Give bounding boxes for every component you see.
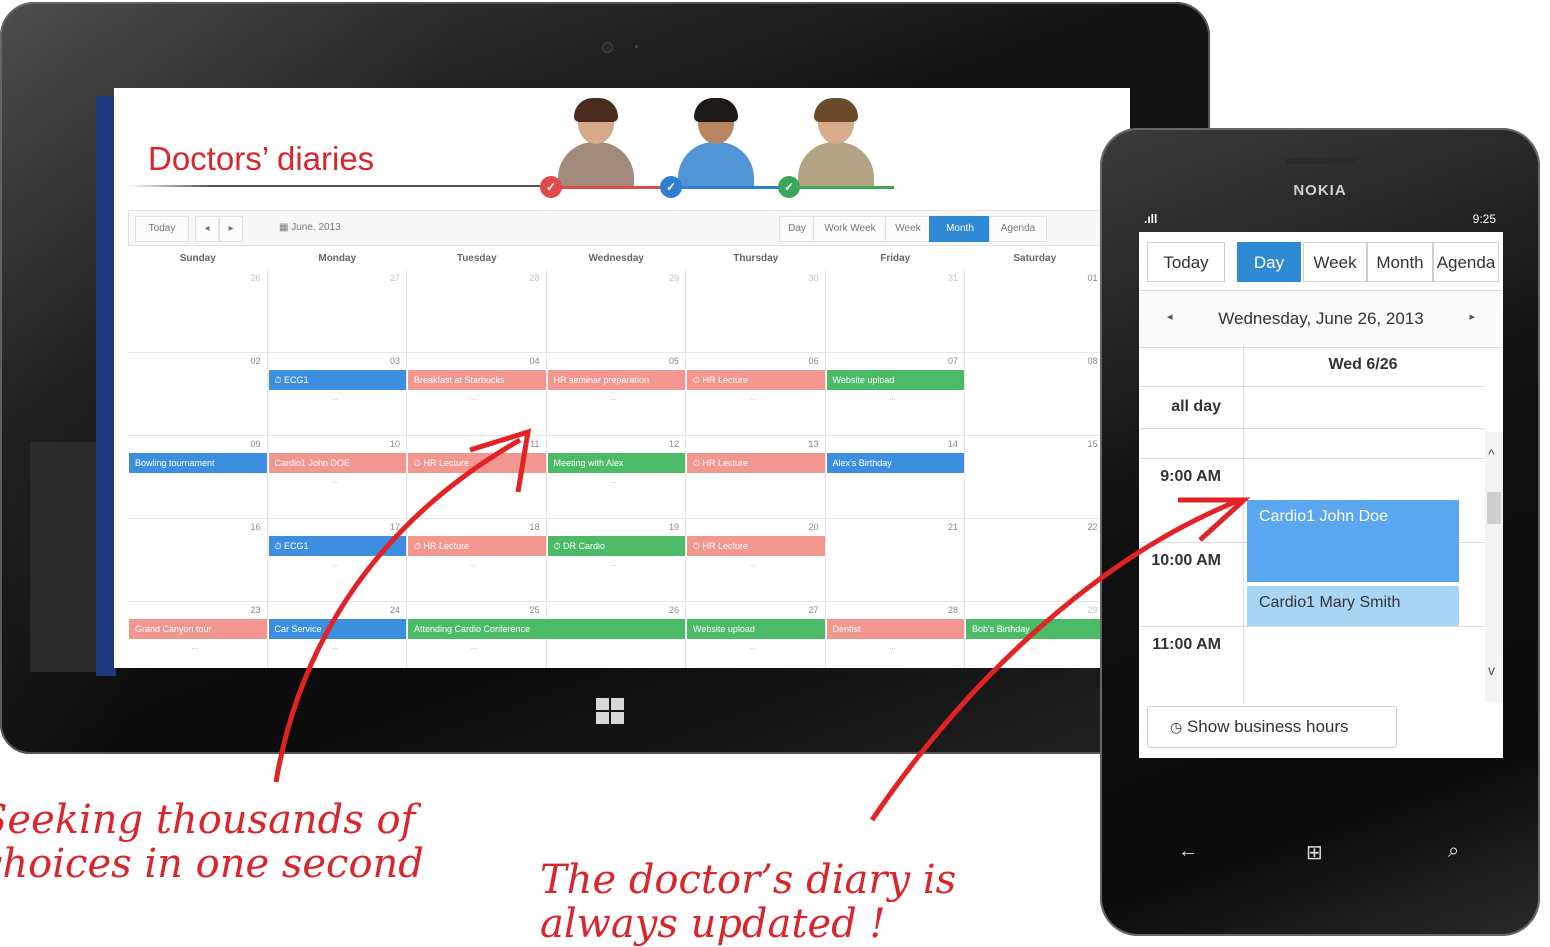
annotation-left: Seeking thousands of choices in one seco…	[0, 797, 424, 887]
annotation-arrows	[273, 428, 1251, 822]
arrowhead	[1178, 497, 1251, 542]
arrow-to-month-view	[273, 437, 522, 783]
annotation-right: The doctor’s diary is always updated !	[540, 857, 957, 947]
arrow-to-day-view	[869, 497, 1241, 822]
